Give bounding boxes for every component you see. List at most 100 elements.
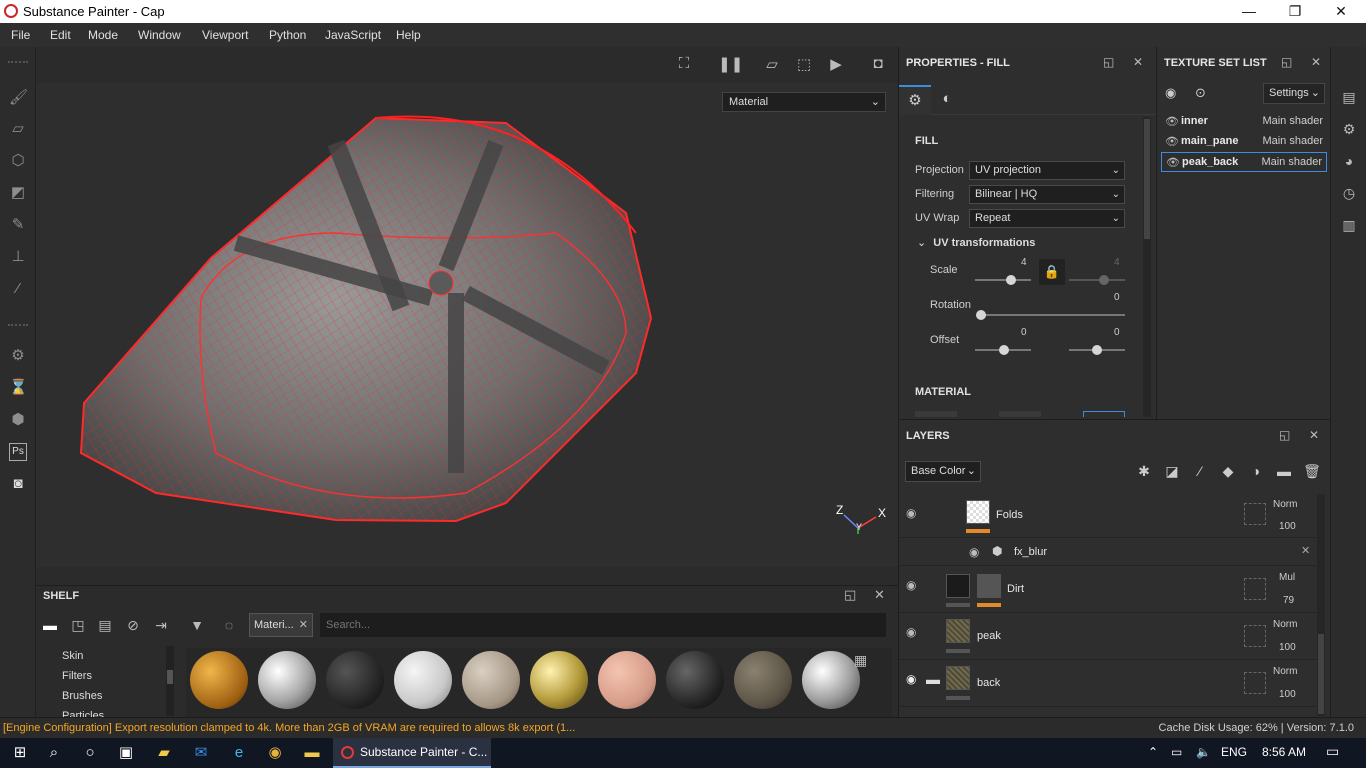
offset-u-slider-thumb[interactable] [999, 345, 1009, 355]
language-indicator[interactable]: ENG [1221, 745, 1247, 759]
eraser-icon[interactable]: ▱ [9, 120, 27, 138]
blend-mode[interactable]: Mul [1279, 572, 1295, 583]
menu-viewport[interactable]: Viewport [202, 28, 248, 42]
layer-opacity[interactable]: 100 [1279, 521, 1296, 532]
refresh-icon[interactable]: ◌ [220, 617, 238, 635]
search-icon[interactable]: ⌕ [43, 743, 65, 763]
add-effect-icon[interactable]: ✱ [1135, 463, 1153, 481]
rotation-slider-track[interactable] [979, 314, 1125, 316]
minimize-button[interactable]: — [1226, 0, 1272, 23]
paint-brush-icon[interactable]: 🖌 [9, 89, 28, 107]
view-3d-icon[interactable]: ⬚ [794, 55, 814, 73]
grid-view-icon[interactable]: ▦ [854, 652, 867, 669]
mail-icon[interactable]: ✉ [190, 743, 212, 763]
volume-icon[interactable]: 🔈 [1196, 745, 1211, 759]
projection-icon[interactable]: ⬡ [9, 152, 27, 170]
mask-slot[interactable] [1244, 625, 1266, 647]
blend-mode[interactable]: Norm [1273, 666, 1297, 677]
layer-opacity[interactable]: 100 [1279, 642, 1296, 653]
import-icon[interactable]: ▤ [96, 617, 114, 635]
material-button-2[interactable] [999, 411, 1041, 417]
layers-undock-icon[interactable]: ◱ [1279, 428, 1290, 442]
texture-set-row[interactable]: 👁 main_pane Main shader [1161, 132, 1327, 152]
material-thumbnail[interactable] [802, 651, 860, 709]
maximize-button[interactable]: ❐ [1272, 0, 1318, 23]
shelf-close-icon[interactable]: ✕ [874, 587, 885, 603]
taskbar-substance-painter[interactable]: Substance Painter - C... [333, 738, 491, 768]
add-paint-layer-icon[interactable]: ⁄ [1191, 463, 1209, 481]
scale-slider-thumb[interactable] [1006, 275, 1016, 285]
menu-javascript[interactable]: JavaScript [325, 28, 381, 42]
shelf-search-input[interactable] [320, 613, 886, 637]
delete-layer-icon[interactable]: 🗑 [1303, 463, 1321, 481]
properties-scrollbar[interactable] [1143, 117, 1151, 417]
material-thumbnail[interactable] [190, 651, 248, 709]
add-folder-icon[interactable]: ▬ [1275, 463, 1293, 481]
material-button-1[interactable] [915, 411, 957, 417]
material-thumbnail[interactable] [530, 651, 588, 709]
export-icon[interactable]: ⇥ [152, 617, 170, 635]
layer-row[interactable]: ◉ Folds Norm 100 [899, 494, 1317, 538]
pause-icon[interactable]: ❚❚ [718, 55, 743, 73]
eye-icon[interactable]: 👁 [1165, 115, 1179, 128]
properties-close-icon[interactable]: ✕ [1133, 55, 1143, 69]
tsl-settings-button[interactable]: Settings ⌄ [1263, 83, 1325, 104]
log-icon[interactable]: ▥ [1340, 217, 1358, 235]
environment-icon[interactable]: ◕ [1340, 153, 1358, 171]
folder-icon[interactable]: ▬ [41, 617, 59, 635]
texture-set-row-selected[interactable]: 👁 peak_back Main shader [1161, 152, 1327, 172]
photoshop-icon[interactable]: Ps [9, 443, 27, 461]
clock[interactable]: 8:56 AM [1262, 745, 1306, 759]
scale-slider-track[interactable] [975, 279, 1031, 281]
camera-icon[interactable]: ▶ [826, 55, 846, 73]
remove-filter-icon[interactable]: ✕ [299, 614, 308, 636]
solo-visibility-icon[interactable]: ◉ [1165, 85, 1176, 101]
material-thumbnail[interactable] [326, 651, 384, 709]
material-thumbnail[interactable] [394, 651, 452, 709]
lock-icon[interactable]: 🔒 [1039, 259, 1065, 285]
status-message[interactable]: [Engine Configuration] Export resolution… [3, 722, 575, 734]
notifications-icon[interactable]: ▭ [1326, 743, 1339, 760]
history-icon[interactable]: ◷ [1340, 185, 1358, 203]
folder-row[interactable]: ◉ ▬ back Norm 100 [899, 660, 1317, 707]
chrome-icon[interactable]: ◉ [264, 743, 286, 763]
menu-help[interactable]: Help [396, 28, 421, 42]
clone-stamp-icon[interactable]: ⊥ [9, 248, 27, 266]
layer-opacity[interactable]: 79 [1283, 595, 1294, 606]
projection-select[interactable]: UV projection ⌄ [969, 161, 1125, 180]
layer-opacity[interactable]: 100 [1279, 689, 1296, 700]
tsl-undock-icon[interactable]: ◱ [1281, 55, 1292, 69]
blend-mode[interactable]: Norm [1273, 499, 1297, 510]
viewport-channel-select[interactable]: Material ⌄ [722, 92, 886, 112]
filter-icon[interactable]: ▼ [188, 617, 206, 635]
texture-set-settings-icon[interactable]: ▤ [1340, 89, 1358, 107]
network-icon[interactable]: ▭ [1171, 745, 1182, 759]
tab-fill-settings[interactable]: ⚙ [899, 85, 931, 115]
edge-icon[interactable]: e [228, 743, 250, 763]
properties-undock-icon[interactable]: ◱ [1103, 55, 1114, 69]
menu-mode[interactable]: Mode [88, 28, 118, 42]
display-settings-icon[interactable]: ⚙ [1340, 121, 1358, 139]
eye-icon[interactable]: ◉ [906, 506, 916, 520]
mask-slot[interactable] [1244, 578, 1266, 600]
tsl-close-icon[interactable]: ✕ [1311, 55, 1321, 69]
eye-icon[interactable]: ◉ [906, 625, 916, 639]
remove-effect-icon[interactable]: ✕ [1301, 544, 1310, 557]
menu-edit[interactable]: Edit [50, 28, 71, 42]
bake-icon[interactable]: ⚙ [9, 347, 27, 365]
texture-set-row[interactable]: 👁 inner Main shader [1161, 112, 1327, 132]
uvwrap-select[interactable]: Repeat ⌄ [969, 209, 1125, 228]
shelf-filter-tag[interactable]: Materi... ✕ [249, 613, 313, 637]
eye-icon[interactable]: 👁 [1166, 156, 1180, 169]
polygon-fill-icon[interactable]: ◩ [9, 184, 27, 202]
substance-icon[interactable]: ⬢ [9, 411, 27, 429]
file-explorer-icon[interactable]: ▬ [301, 743, 323, 763]
eye-icon[interactable]: 👁 [1165, 135, 1179, 148]
menu-file[interactable]: File [11, 28, 30, 42]
shelf-category-skin[interactable]: Skin [62, 650, 83, 662]
material-thumbnail[interactable] [598, 651, 656, 709]
layers-close-icon[interactable]: ✕ [1309, 428, 1319, 442]
offset-v-slider-thumb[interactable] [1092, 345, 1102, 355]
new-window-icon[interactable]: ◳ [69, 617, 87, 635]
menu-window[interactable]: Window [138, 28, 181, 42]
